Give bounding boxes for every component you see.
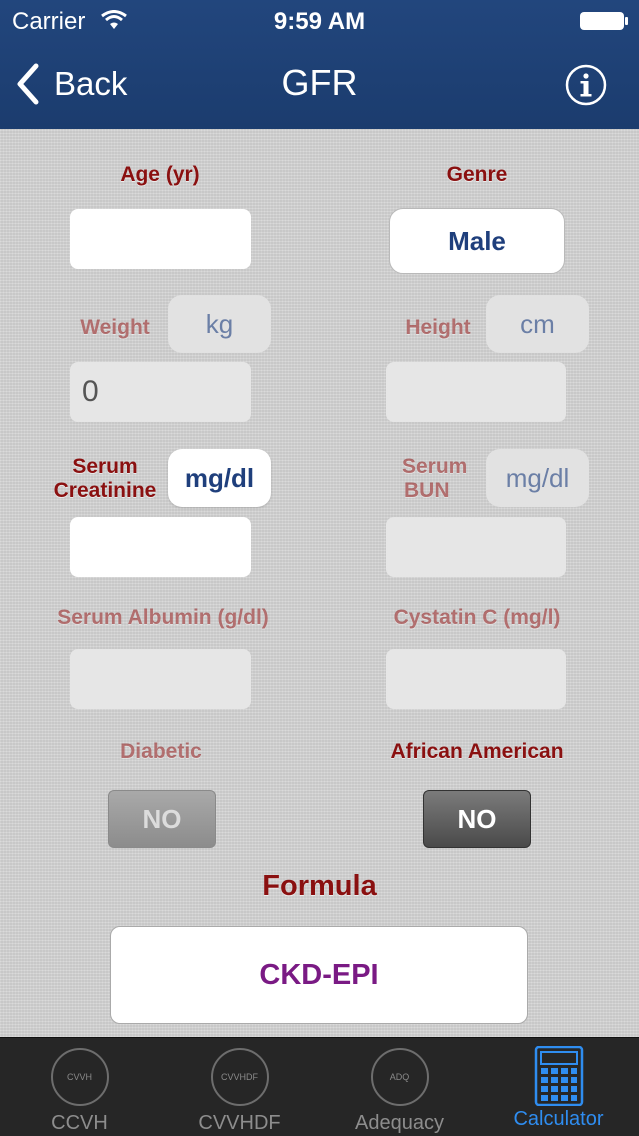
serum-albumin-field[interactable] [70,649,251,709]
formula-label: Formula [262,870,377,902]
age-field[interactable] [70,209,251,269]
serum-bun-field[interactable] [386,517,566,577]
serum-bun-label-line2: BUN [404,479,450,502]
genre-selector[interactable]: Male [389,208,565,274]
serum-creatinine-label: Serum Creatinine [44,455,166,503]
info-icon[interactable] [565,64,607,106]
african-american-label: African American [390,740,564,763]
african-american-toggle[interactable]: NO [423,790,531,848]
genre-label: Genre [446,163,508,186]
tab-label: Adequacy [355,1112,444,1134]
serum-creatinine-label-line1: Serum [72,455,138,478]
serum-bun-label-line1: Serum [402,455,468,478]
status-time: 9:59 AM [273,8,366,35]
formula-selector[interactable]: CKD-EPI [110,926,528,1024]
serum-creatinine-field[interactable] [70,517,251,577]
tab-adequacy[interactable]: ADQ Adequacy [320,1038,479,1136]
cvvh-icon: CVVH [50,1048,109,1106]
tab-label: Calculator [513,1108,604,1130]
tab-label: CVVHDF [198,1112,281,1134]
cystatin-c-label: Cystatin C (mg/l) [393,606,561,629]
tab-label: CCVH [51,1112,108,1134]
serum-bun-label: Serum BUN [393,455,483,503]
height-unit-button[interactable]: cm [486,295,589,353]
serum-albumin-label: Serum Albumin (g/dl) [57,606,269,629]
tab-cvvhdf[interactable]: CVVHDF CVVHDF [160,1038,319,1136]
cvvhdf-icon: CVVHDF [210,1048,269,1106]
tab-calculator[interactable]: Calculator [479,1038,638,1136]
calculator-icon [534,1046,583,1106]
page-title: GFR [281,62,358,103]
weight-field[interactable]: 0 [70,362,251,422]
diabetic-toggle[interactable]: NO [108,790,216,848]
diabetic-label: Diabetic [120,740,202,763]
weight-unit-button[interactable]: kg [168,295,271,353]
age-label: Age (yr) [120,163,200,186]
serum-creatinine-unit-button[interactable]: mg/dl [168,449,271,507]
status-bar: Carrier 9:59 AM [0,0,639,40]
battery-icon [580,12,628,30]
height-field[interactable] [386,362,566,422]
adequacy-icon: ADQ [370,1048,429,1106]
serum-creatinine-label-line2: Creatinine [53,479,157,502]
height-label: Height [405,316,471,339]
nav-bar: Carrier 9:59 AM Back GFR [0,0,639,129]
tab-bar: CVVH CCVH CVVHDF CVVHDF ADQ Adequacy Cal… [0,1037,639,1136]
weight-label: Weight [80,316,150,339]
cystatin-c-field[interactable] [386,649,566,709]
tab-ccvh[interactable]: CVVH CCVH [0,1038,159,1136]
serum-bun-unit-button[interactable]: mg/dl [486,449,589,507]
